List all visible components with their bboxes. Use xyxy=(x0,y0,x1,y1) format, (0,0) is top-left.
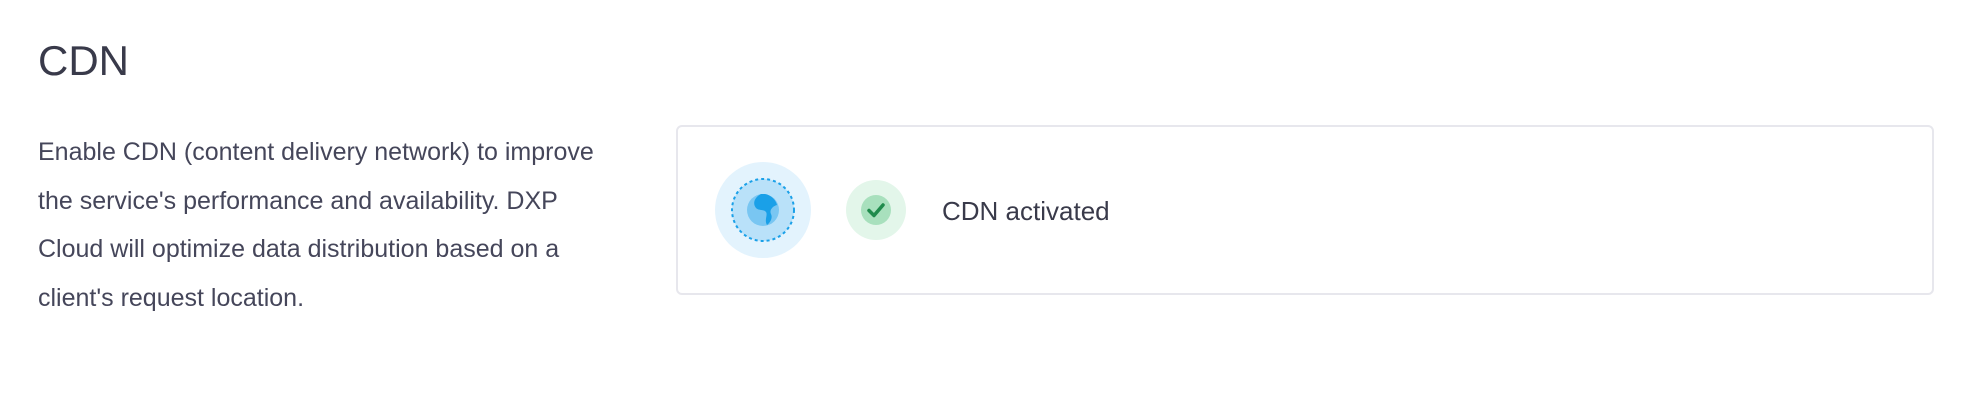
cdn-settings-page: CDN Enable CDN (content delivery network… xyxy=(0,0,1964,414)
check-circle-icon xyxy=(846,180,906,240)
cdn-status-card: CDN activated xyxy=(676,125,1934,295)
page-title: CDN xyxy=(38,37,129,84)
cdn-status-label: CDN activated xyxy=(942,196,1110,226)
globe-icon xyxy=(715,162,811,258)
cdn-description: Enable CDN (content delivery network) to… xyxy=(38,138,594,312)
